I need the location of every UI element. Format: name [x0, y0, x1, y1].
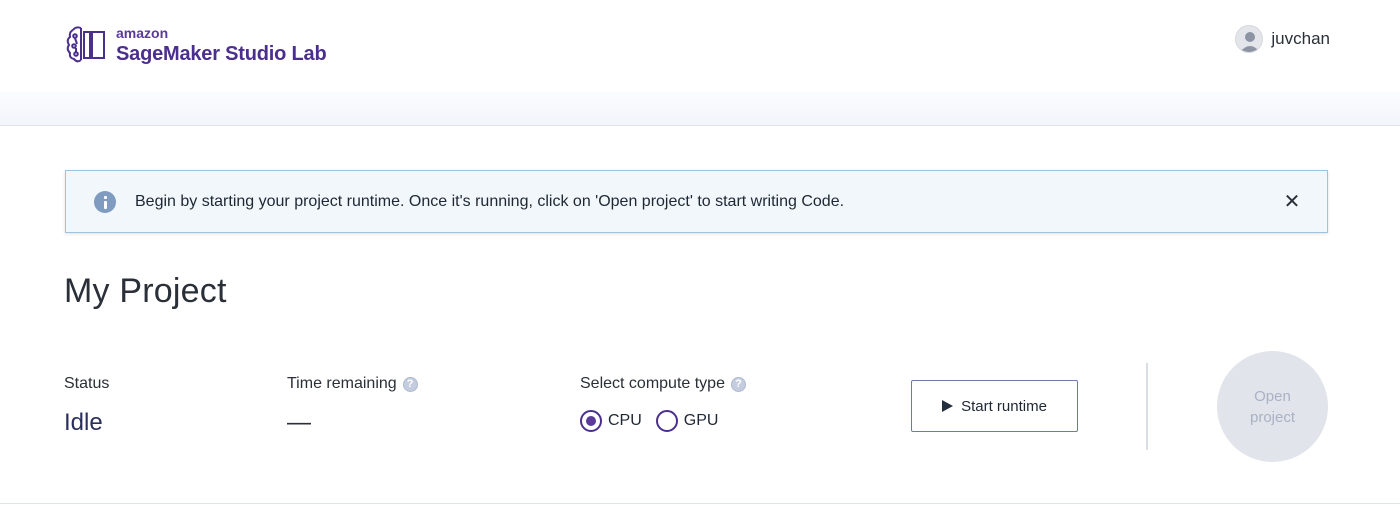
- open-project-label-line1: Open: [1254, 387, 1291, 405]
- help-icon[interactable]: ?: [730, 376, 746, 392]
- open-project-label-line2: project: [1249, 408, 1296, 426]
- compute-type-label: Select compute type ?: [580, 375, 746, 393]
- compute-option-cpu[interactable]: CPU: [580, 410, 642, 432]
- brand-logo-link[interactable]: amazon SageMaker Studio Lab: [64, 24, 327, 64]
- header-band: [0, 92, 1400, 126]
- username-label: juvchan: [1271, 29, 1330, 48]
- status-value: Idle: [64, 409, 103, 436]
- play-icon: [942, 400, 954, 412]
- brand-amazon-label: amazon: [116, 25, 169, 41]
- studio-lab-logo-icon: [66, 26, 105, 63]
- time-remaining-label: Time remaining ?: [287, 375, 418, 393]
- time-remaining-value: —: [287, 409, 311, 436]
- info-icon: [94, 190, 116, 213]
- compute-option-gpu[interactable]: GPU: [655, 410, 719, 432]
- vertical-divider: [1146, 363, 1148, 450]
- status-label: Status: [64, 375, 110, 392]
- top-header: amazon SageMaker Studio Lab juvchan: [0, 0, 1400, 92]
- compute-option-cpu-label: CPU: [608, 412, 642, 429]
- open-project-button[interactable]: Open project: [1217, 351, 1328, 462]
- info-alert: Begin by starting your project runtime. …: [65, 170, 1328, 233]
- radio-unchecked-icon[interactable]: [655, 410, 678, 432]
- start-runtime-label: Start runtime: [961, 397, 1047, 415]
- radio-checked-icon[interactable]: [580, 410, 602, 432]
- page-title: My Project: [64, 272, 227, 310]
- close-icon[interactable]: ✕: [1277, 187, 1307, 217]
- help-icon[interactable]: ?: [402, 376, 418, 392]
- user-menu[interactable]: juvchan: [1235, 25, 1330, 53]
- compute-type-radio-group: CPU GPU: [580, 410, 732, 432]
- alert-message: Begin by starting your project runtime. …: [135, 192, 845, 210]
- compute-option-gpu-label: GPU: [683, 412, 719, 429]
- start-runtime-button[interactable]: Start runtime: [911, 380, 1078, 432]
- user-avatar-icon: [1235, 25, 1264, 53]
- brand-product-label: SageMaker Studio Lab: [116, 43, 327, 65]
